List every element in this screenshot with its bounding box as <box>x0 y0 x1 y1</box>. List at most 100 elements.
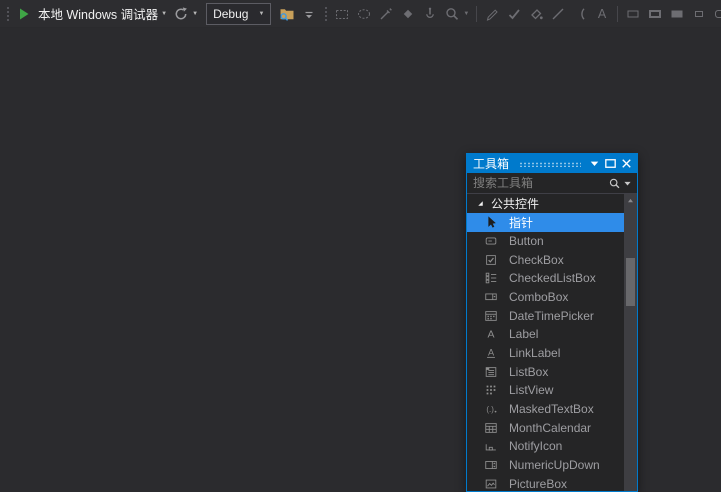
arc-tool-icon <box>572 6 588 22</box>
toolbox-item-label: LinkLabel <box>509 346 560 360</box>
pencil-icon[interactable] <box>481 3 503 25</box>
debug-target-button-label: 本地 Windows 调试器 <box>38 4 158 23</box>
listBoxCtl-icon <box>484 365 498 379</box>
toolbox-search-row <box>467 173 637 194</box>
toolbox-item-label: Button <box>509 234 544 248</box>
touch-icon <box>422 6 438 22</box>
search-icon[interactable] <box>608 177 621 190</box>
line-tool-icon[interactable] <box>547 3 569 25</box>
folder-search-icon <box>279 6 295 22</box>
search-options-chevron-icon[interactable] <box>623 179 632 188</box>
toolbox-item-label: 指针 <box>509 214 533 231</box>
labelCtl-icon: A <box>484 327 498 341</box>
buttonCtl-icon <box>484 234 498 248</box>
toolbox-item-指针[interactable]: 指针 <box>467 213 624 232</box>
toolbox-body: 公共控件 指针 Button CheckBox CheckedListBox Combo… <box>467 194 637 491</box>
chevron-down-icon: ▼ <box>258 11 264 17</box>
lasso-select-icon <box>356 6 372 22</box>
restart-icon[interactable]: ▼ <box>170 3 201 25</box>
rect-filled-icon[interactable] <box>666 3 688 25</box>
toolbox-item-NotifyIcon[interactable]: NotifyIcon <box>467 437 624 456</box>
toolbox-item-ListView[interactable]: ListView <box>467 381 624 400</box>
pictureBox-icon <box>484 477 498 491</box>
comboCtl-icon <box>484 290 498 304</box>
toolbar-separator <box>476 6 477 22</box>
toolbox-scrollbar[interactable] <box>624 194 637 491</box>
scroll-up-icon[interactable] <box>625 196 636 206</box>
maskedTextBox-icon: (.) <box>484 402 498 416</box>
debug-target-button[interactable]: 本地 Windows 调试器▼ <box>35 3 170 25</box>
rounded-rect-icon[interactable] <box>710 3 721 25</box>
toolbox-item-label: NotifyIcon <box>509 439 562 453</box>
titlebar-grip[interactable] <box>519 162 581 167</box>
brush-icon[interactable] <box>503 3 525 25</box>
toolbox-title: 工具箱 <box>473 155 509 172</box>
toolbar-grip[interactable] <box>5 5 10 22</box>
pencil-icon <box>484 6 500 22</box>
touch-icon[interactable] <box>419 3 441 25</box>
toolbox-item-CheckBox[interactable]: CheckBox <box>467 250 624 269</box>
scrollbar-thumb[interactable] <box>626 258 635 306</box>
rect-outline-icon[interactable] <box>622 3 644 25</box>
fill-bucket-icon <box>528 6 544 22</box>
toolbar-grip[interactable] <box>323 5 328 22</box>
toolbar-overflow-icon[interactable] <box>298 3 320 25</box>
toolbox-item-PictureBox[interactable]: PictureBox <box>467 474 624 491</box>
toolbox-item-Button[interactable]: Button <box>467 232 624 251</box>
toolbar-separator <box>617 6 618 22</box>
toolbox-item-DateTimePicker[interactable]: DateTimePicker <box>467 306 624 325</box>
checkbox-icon <box>484 253 498 267</box>
zoom-tool-icon[interactable]: ▼ <box>441 3 472 25</box>
brush-icon <box>506 6 522 22</box>
section-label: 公共控件 <box>491 195 539 212</box>
square-outline-icon[interactable] <box>688 3 710 25</box>
solution-config-combobox[interactable]: Debug ▼ <box>206 3 271 25</box>
section-header-common-controls[interactable]: 公共控件 <box>467 194 624 213</box>
float-window-icon[interactable] <box>603 156 618 171</box>
solution-config-combobox-value: Debug <box>213 7 248 21</box>
eyedropper-icon[interactable] <box>375 3 397 25</box>
dateTimePicker-icon <box>484 309 498 323</box>
section-expanded-icon <box>476 199 485 208</box>
square-outline-icon <box>691 6 707 22</box>
marquee-select-icon[interactable] <box>331 3 353 25</box>
toolbox-item-label: MonthCalendar <box>509 421 591 435</box>
svg-text:A: A <box>488 348 495 358</box>
eraser-icon[interactable] <box>397 3 419 25</box>
arc-tool-icon[interactable] <box>569 3 591 25</box>
toolbox-item-label: NumericUpDown <box>509 458 600 472</box>
toolbox-titlebar[interactable]: 工具箱 <box>467 154 637 173</box>
toolbox-item-ComboBox[interactable]: ComboBox <box>467 288 624 307</box>
toolbox-item-NumericUpDown[interactable]: NumericUpDown <box>467 456 624 475</box>
toolbox-item-LinkLabel[interactable]: A LinkLabel <box>467 344 624 363</box>
folder-search-icon[interactable] <box>276 3 298 25</box>
chevron-down-icon: ▼ <box>161 11 167 17</box>
toolbox-item-MaskedTextBox[interactable]: (.)MaskedTextBox <box>467 400 624 419</box>
lasso-select-icon[interactable] <box>353 3 375 25</box>
fill-bucket-icon[interactable] <box>525 3 547 25</box>
toolbox-item-label: PictureBox <box>509 477 567 491</box>
start-debug-play-icon[interactable] <box>13 3 35 25</box>
toolbar-overflow-icon <box>301 6 317 22</box>
start-debug-play-icon <box>16 6 32 22</box>
pointer-icon <box>484 215 498 229</box>
toolbox-item-MonthCalendar[interactable]: MonthCalendar <box>467 418 624 437</box>
toolbox-item-label: ListBox <box>509 365 548 379</box>
toolbox-item-label: CheckedListBox <box>509 271 596 285</box>
standard-toolbar: 本地 Windows 调试器▼▼Debug▼▼Aopt▼ <box>0 0 721 28</box>
search-input[interactable] <box>473 176 608 190</box>
rect-bold-icon[interactable] <box>644 3 666 25</box>
notifyIcon-icon <box>484 439 498 453</box>
rect-bold-icon <box>647 6 663 22</box>
window-position-icon[interactable] <box>587 156 602 171</box>
text-tool-icon[interactable]: A <box>591 3 613 25</box>
toolbox-item-CheckedListBox[interactable]: CheckedListBox <box>467 269 624 288</box>
marquee-select-icon <box>334 6 350 22</box>
toolbox-item-ListBox[interactable]: ListBox <box>467 362 624 381</box>
chevron-down-icon: ▼ <box>463 11 469 17</box>
line-tool-icon <box>550 6 566 22</box>
toolbox-list: 公共控件 指针 Button CheckBox CheckedListBox Combo… <box>467 194 624 491</box>
close-icon[interactable] <box>619 156 634 171</box>
eyedropper-icon <box>378 6 394 22</box>
toolbox-item-Label[interactable]: ALabel <box>467 325 624 344</box>
